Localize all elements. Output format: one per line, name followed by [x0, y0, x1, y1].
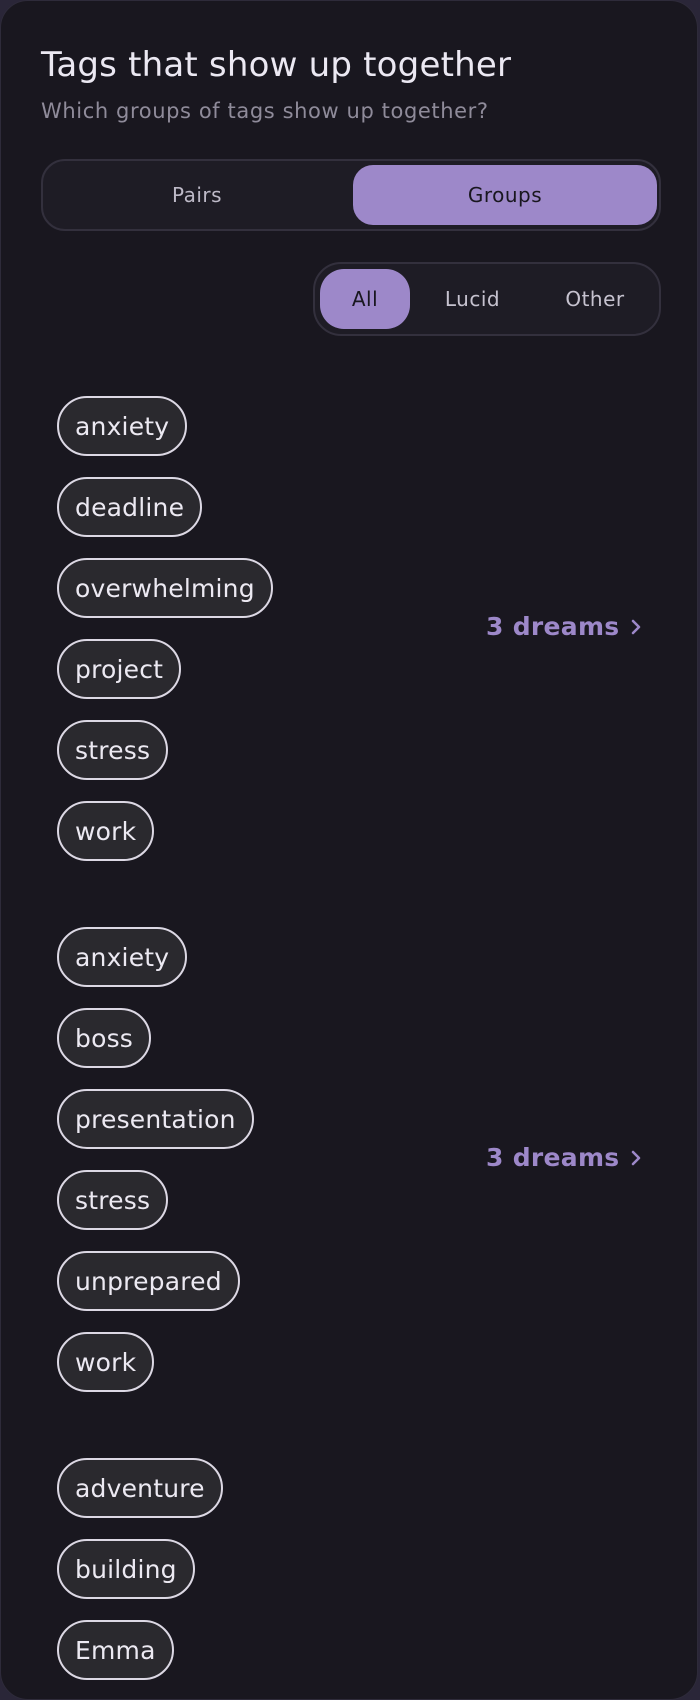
- groups-tab[interactable]: Groups: [353, 165, 657, 225]
- tag-chip: adventure: [57, 1458, 223, 1518]
- tag-chip: stress: [57, 1170, 169, 1230]
- page-title: Tags that show up together: [41, 45, 512, 85]
- tag-chip: anxiety: [57, 927, 188, 987]
- tag-chip: work: [57, 1332, 155, 1392]
- tag-chip: building: [57, 1539, 195, 1599]
- dream-count-link[interactable]: 3 dreams: [486, 1143, 643, 1172]
- filter-lucid-button[interactable]: Lucid: [420, 269, 525, 329]
- tag-chip: presentation: [57, 1089, 254, 1149]
- tag-chip: deadline: [57, 477, 203, 537]
- chevron-right-icon: [632, 1150, 641, 1165]
- filter-other-button[interactable]: Other: [540, 269, 650, 329]
- tag-chip: Emma: [57, 1620, 174, 1680]
- dream-count-label: 3 dreams: [486, 1143, 620, 1172]
- tag-chip: project: [57, 639, 182, 699]
- dream-filter: All Lucid Other: [313, 262, 661, 336]
- mode-toggle: Pairs Groups: [41, 159, 661, 231]
- tag-chip: work: [57, 801, 155, 861]
- tag-chip: stress: [57, 720, 169, 780]
- chevron-right-icon: [632, 619, 641, 634]
- tag-chip: overwhelming: [57, 558, 273, 618]
- tag-chip: anxiety: [57, 396, 188, 456]
- filter-all-button[interactable]: All: [320, 269, 410, 329]
- tag-groups-card: Tags that show up together Which groups …: [0, 0, 698, 1700]
- page-subtitle: Which groups of tags show up together?: [41, 99, 489, 123]
- dream-count-label: 3 dreams: [486, 612, 620, 641]
- tag-chip: boss: [57, 1008, 152, 1068]
- tag-chip: unprepared: [57, 1251, 240, 1311]
- dream-count-link[interactable]: 3 dreams: [486, 612, 643, 641]
- pairs-tab[interactable]: Pairs: [47, 165, 347, 225]
